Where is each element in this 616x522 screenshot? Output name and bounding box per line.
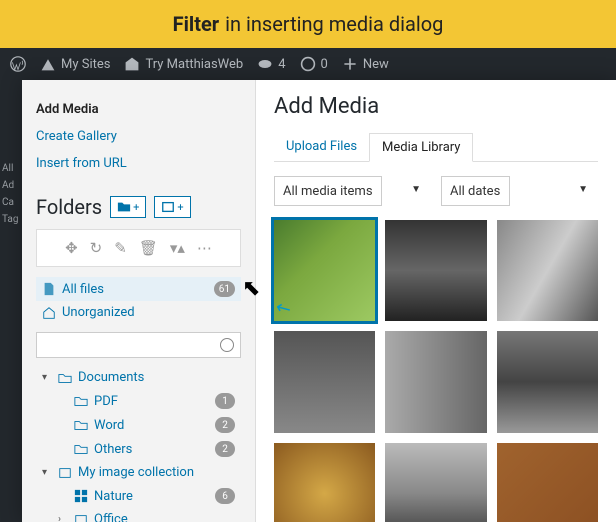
media-thumb[interactable] [385, 331, 486, 432]
move-icon[interactable]: ✥ [65, 239, 78, 257]
media-thumb[interactable] [497, 443, 598, 522]
filter-date-select[interactable]: All dates [441, 176, 510, 206]
sidebar-add-media[interactable]: Add Media [36, 96, 241, 123]
folders-header: Folders + + [36, 195, 241, 219]
new-folder-button[interactable]: + [110, 196, 146, 218]
count-badge: 61 [214, 281, 235, 297]
media-thumb[interactable] [497, 220, 598, 321]
media-thumb[interactable] [274, 220, 375, 321]
tree-all-files[interactable]: All files 61 [36, 277, 241, 301]
media-main: Add Media Upload Files Media Library All… [256, 80, 616, 522]
chevron-right-icon: › [58, 514, 68, 522]
sort-icon[interactable]: ▾▴ [170, 239, 185, 257]
chevron-down-icon: ▾ [42, 467, 52, 478]
media-thumb[interactable] [497, 331, 598, 432]
tree-office[interactable]: › Office [36, 508, 241, 522]
banner: Filter in inserting media dialog [0, 0, 616, 48]
folder-toolbar: ✥ ↻ ✎ 🗑 ▾▴ ⋯ [36, 229, 241, 267]
refresh-icon[interactable]: ↻ [90, 239, 103, 257]
my-sites-link[interactable]: My Sites [40, 56, 110, 72]
wp-admin-menu: AllAdCaTag [0, 80, 22, 522]
folder-search-input[interactable] [36, 332, 241, 358]
new-gallery-button[interactable]: + [154, 196, 190, 218]
tree-word[interactable]: Word 2 [36, 413, 241, 437]
tree-others[interactable]: Others 2 [36, 437, 241, 461]
site-name-link[interactable]: Try MatthiasWeb [124, 56, 243, 72]
media-thumb[interactable] [274, 331, 375, 432]
comments-link[interactable]: 4 [257, 56, 285, 72]
media-modal: Add Media Create Gallery Insert from URL… [22, 80, 616, 522]
edit-icon[interactable]: ✎ [114, 239, 127, 257]
tree-documents[interactable]: ▾ Documents [36, 366, 241, 389]
tree-unorganized[interactable]: Unorganized [36, 301, 241, 324]
media-thumb[interactable] [274, 443, 375, 522]
wp-admin-bar: My Sites Try MatthiasWeb 4 0 New [0, 48, 616, 80]
page-title: Add Media [274, 94, 598, 119]
sidebar-insert-url[interactable]: Insert from URL [36, 150, 241, 177]
media-tabs: Upload Files Media Library [274, 133, 598, 162]
tree-pdf[interactable]: PDF 1 [36, 389, 241, 413]
media-filters: All media items All dates [274, 176, 598, 206]
wp-logo-icon[interactable] [10, 56, 26, 72]
tab-media-library[interactable]: Media Library [369, 133, 473, 162]
more-icon[interactable]: ⋯ [197, 239, 212, 257]
trash-icon[interactable]: 🗑 [139, 239, 158, 257]
tree-image-collection[interactable]: ▾ My image collection [36, 461, 241, 484]
banner-bold: Filter [173, 12, 219, 36]
new-content-link[interactable]: New [342, 56, 389, 72]
banner-text: in inserting media dialog [225, 12, 443, 36]
media-thumb[interactable] [385, 443, 486, 522]
folders-title: Folders [36, 195, 102, 219]
sidebar-create-gallery[interactable]: Create Gallery [36, 123, 241, 150]
media-grid [274, 220, 598, 522]
updates-link[interactable]: 0 [300, 56, 328, 72]
media-sidebar: Add Media Create Gallery Insert from URL… [22, 80, 256, 522]
media-thumb[interactable] [385, 220, 486, 321]
chevron-down-icon: ▾ [42, 372, 52, 383]
tab-upload-files[interactable]: Upload Files [274, 133, 369, 161]
tree-nature[interactable]: Nature 6 [36, 484, 241, 508]
filter-type-select[interactable]: All media items [274, 176, 382, 206]
folder-tree: All files 61 Unorganized ▾ Documents PDF… [36, 277, 241, 522]
